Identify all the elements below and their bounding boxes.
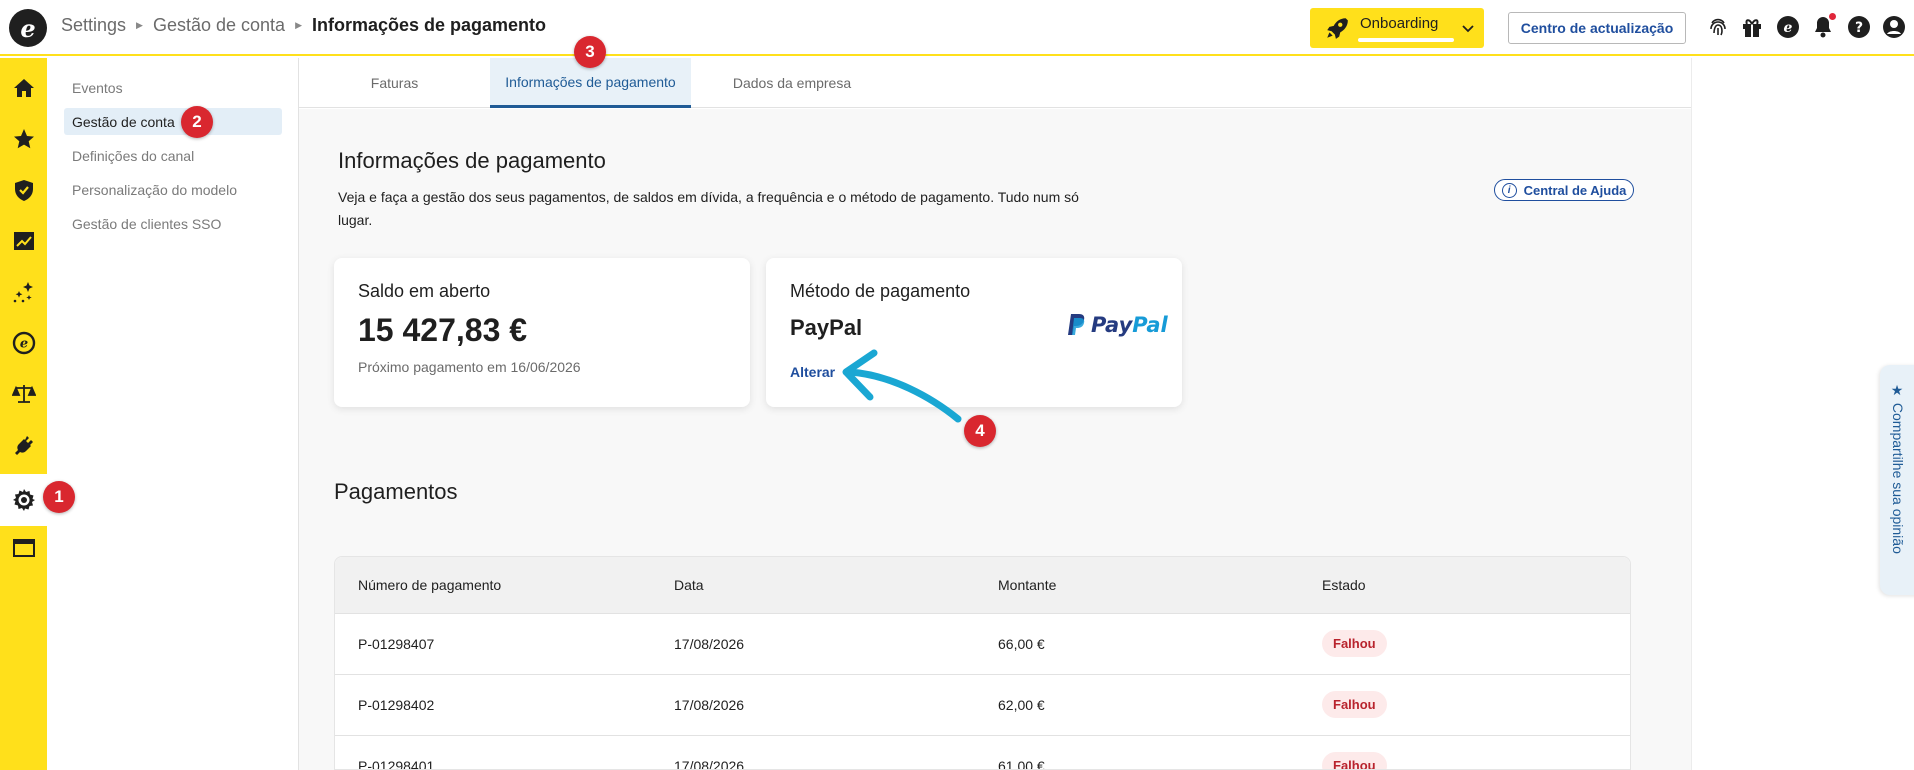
settings-nav-channel-settings[interactable]: Definições do canal [64,142,282,169]
paypal-p-icon [1068,314,1085,335]
onboarding-label: Onboarding [1360,15,1439,32]
svg-text:?: ? [1855,20,1863,36]
app-root: e Settings ▶ Gestão de conta ▶ Informaçõ… [0,0,1914,770]
settings-sidebar: Eventos Gestão de conta Definições do ca… [47,58,299,770]
tab-invoices[interactable]: Faturas [299,58,490,108]
breadcrumb-account[interactable]: Gestão de conta [153,15,285,36]
trusted-logo-icon[interactable]: e [1776,15,1800,39]
breadcrumb-settings[interactable]: Settings [61,15,126,36]
info-icon: i [1501,182,1517,198]
fingerprint-icon[interactable] [1706,15,1730,39]
feedback-tab[interactable]: ★ Compartilhe sua opinião [1880,365,1914,595]
help-center-label: Central de Ajuda [1523,182,1627,198]
paypal-logo-pay: Pay [1091,313,1133,337]
payment-amount: 66,00 € [998,636,1045,652]
table-row[interactable]: P-01298402 17/08/2026 62,00 € Falhou [335,675,1630,736]
notification-dot [1829,13,1836,20]
table-header: Número de pagamento Data Montante Estado [335,557,1630,614]
tab-company-data[interactable]: Dados da empresa [691,58,893,108]
settings-nav-sso-clients[interactable]: Gestão de clientes SSO [64,210,282,237]
page-description: Veja e faça a gestão dos seus pagamentos… [338,189,1079,228]
trusted-logo[interactable]: e [9,9,47,47]
payment-number: P-01298401 [358,758,435,770]
tab-bar: Faturas Informações de pagamento Dados d… [299,58,1691,108]
payment-amount: 61,00 € [998,758,1045,770]
next-payment-date: Próximo pagamento em 16/06/2026 [358,359,581,375]
gift-icon[interactable] [1740,15,1764,39]
status-badge: Falhou [1322,630,1387,657]
trusted-e-icon[interactable]: e [0,321,47,365]
svg-text:e: e [19,337,27,352]
paypal-logo-pal: Pal [1132,313,1168,337]
paypal-logo: Pay Pal [1067,313,1168,337]
onboarding-progress-bar [1358,38,1454,42]
breadcrumb-current: Informações de pagamento [311,15,547,35]
top-bar: e Settings ▶ Gestão de conta ▶ Informaçõ… [0,0,1914,56]
column-header-date[interactable]: Data [674,577,704,593]
feedback-label: ★ Compartilhe sua opinião [1890,383,1906,554]
onboarding-button[interactable]: Onboarding [1310,8,1484,48]
status-badge: Falhou [1322,691,1387,718]
status-badge: Falhou [1322,752,1387,769]
column-header-payment-number[interactable]: Número de pagamento [358,577,501,593]
gear-icon[interactable] [0,474,47,526]
payments-table: Número de pagamento Data Montante Estado… [334,556,1631,770]
column-header-status[interactable]: Estado [1322,577,1366,593]
table-row[interactable]: P-01298407 17/08/2026 66,00 € Falhou [335,614,1630,675]
balance-amount: 15 427,83 € [358,312,528,348]
table-row[interactable]: P-01298401 17/08/2026 61,00 € Falhou [335,736,1630,770]
settings-nav-account-management[interactable]: Gestão de conta [64,108,282,135]
payment-number: P-01298407 [358,636,435,652]
payment-method-card: Método de pagamento PayPal Pay Pal Altera… [766,258,1182,407]
annotation-marker-1: 1 [43,481,75,513]
chevron-down-icon [1462,25,1474,33]
annotation-marker-4: 4 [964,415,996,447]
balance-title: Saldo em aberto [358,281,491,301]
star-icon[interactable] [0,117,47,161]
svg-text:e: e [1784,20,1793,36]
balance-card: Saldo em aberto 15 427,83 € Próximo paga… [334,258,750,407]
shield-icon[interactable] [0,168,47,212]
payment-amount: 62,00 € [998,697,1045,713]
update-center-button[interactable]: Centro de actualização [1508,12,1686,44]
column-header-amount[interactable]: Montante [998,577,1056,593]
payment-date: 17/08/2026 [674,697,745,713]
help-icon[interactable]: ? [1847,15,1871,39]
annotation-marker-2: 2 [181,106,213,138]
plug-icon[interactable] [0,423,47,467]
settings-nav-template-customization[interactable]: Personalização do modelo [64,176,282,203]
rocket-icon [1327,18,1348,39]
breadcrumb: Settings ▶ Gestão de conta ▶ Informações… [61,15,546,36]
sparkle-stars-icon[interactable] [0,270,47,314]
payment-date: 17/08/2026 [674,758,745,770]
annotation-marker-3: 3 [574,36,606,68]
logo-glyph: e [20,13,36,43]
settings-nav-events[interactable]: Eventos [64,74,282,101]
annotation-arrow-icon [842,349,962,423]
user-icon[interactable] [1882,15,1906,39]
breadcrumb-separator-icon: ▶ [136,20,143,30]
page-title: Informações de pagamento [338,148,606,173]
payments-section-title: Pagamentos [334,479,458,504]
chart-icon[interactable] [0,219,47,263]
breadcrumb-separator-icon: ▶ [295,20,302,30]
bell-icon[interactable] [1811,13,1836,39]
help-center-button[interactable]: i Central de Ajuda [1494,179,1634,201]
payment-method-name: PayPal [790,315,863,340]
payment-date: 17/08/2026 [674,636,745,652]
payment-number: P-01298402 [358,697,435,713]
scale-icon[interactable] [0,372,47,416]
window-icon[interactable] [0,526,47,570]
main-nav-rail: e [0,58,47,770]
change-payment-method-link[interactable]: Alterar [790,364,835,380]
home-icon[interactable] [0,66,47,110]
payment-method-title: Método de pagamento [790,281,971,301]
